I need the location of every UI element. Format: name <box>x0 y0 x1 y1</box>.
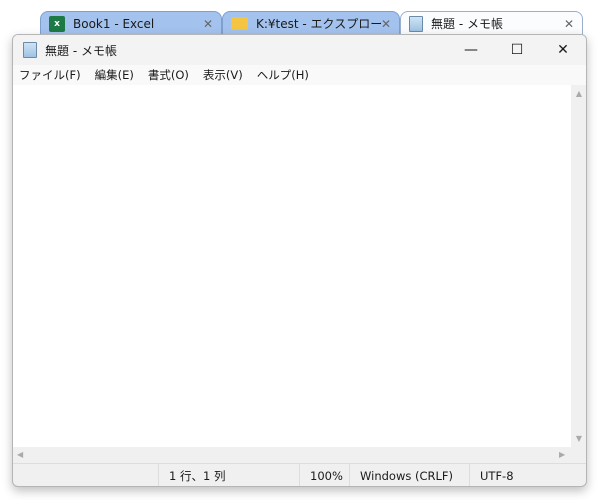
tab-excel[interactable]: x Book1 - Excel ✕ <box>40 11 222 35</box>
scroll-up-arrow-icon[interactable]: ▲ <box>571 89 586 98</box>
folder-icon <box>231 17 248 30</box>
scroll-right-arrow-icon[interactable]: ▶ <box>559 450 565 459</box>
vertical-scrollbar[interactable]: ▲ ▼ <box>571 85 586 447</box>
tab-close-button[interactable]: ✕ <box>381 17 391 31</box>
tab-label: Book1 - Excel <box>73 16 155 31</box>
menu-format[interactable]: 書式(O) <box>148 67 189 83</box>
status-spacer <box>13 464 158 486</box>
notepad-icon <box>409 15 423 32</box>
minimize-button[interactable]: — <box>448 42 494 58</box>
status-bar: 1 行、1 列 100% Windows (CRLF) UTF-8 <box>13 463 586 486</box>
close-button[interactable]: ✕ <box>540 42 586 58</box>
tab-explorer[interactable]: K:¥test - エクスプローラー ✕ <box>222 11 400 35</box>
cursor-position: 1 行、1 列 <box>158 464 299 486</box>
horizontal-scrollbar[interactable]: ◀ ▶ <box>13 447 586 463</box>
menu-help[interactable]: ヘルプ(H) <box>257 67 309 83</box>
menu-file[interactable]: ファイル(F) <box>19 67 81 83</box>
notepad-icon <box>23 42 37 58</box>
zoom-level: 100% <box>299 464 349 486</box>
window-title: 無題 - メモ帳 <box>45 43 117 58</box>
menu-view[interactable]: 表示(V) <box>203 67 243 83</box>
excel-icon: x <box>49 15 65 32</box>
title-bar[interactable]: 無題 - メモ帳 — ☐ ✕ <box>13 35 586 65</box>
tab-label: K:¥test - エクスプローラー <box>256 17 381 31</box>
line-ending: Windows (CRLF) <box>349 464 469 486</box>
tab-label: 無題 - メモ帳 <box>431 17 503 31</box>
scroll-left-arrow-icon[interactable]: ◀ <box>17 450 23 459</box>
text-editor[interactable] <box>13 85 571 447</box>
tab-close-button[interactable]: ✕ <box>564 17 574 31</box>
tab-close-button[interactable]: ✕ <box>203 17 213 31</box>
tab-notepad[interactable]: 無題 - メモ帳 ✕ <box>400 11 583 35</box>
scroll-down-arrow-icon[interactable]: ▼ <box>571 434 586 443</box>
encoding: UTF-8 <box>469 464 586 486</box>
menu-edit[interactable]: 編集(E) <box>95 67 134 83</box>
notepad-window: 無題 - メモ帳 — ☐ ✕ ファイル(F) 編集(E) 書式(O) 表示(V)… <box>12 34 587 487</box>
menu-bar: ファイル(F) 編集(E) 書式(O) 表示(V) ヘルプ(H) <box>13 65 586 85</box>
maximize-button[interactable]: ☐ <box>494 42 540 58</box>
